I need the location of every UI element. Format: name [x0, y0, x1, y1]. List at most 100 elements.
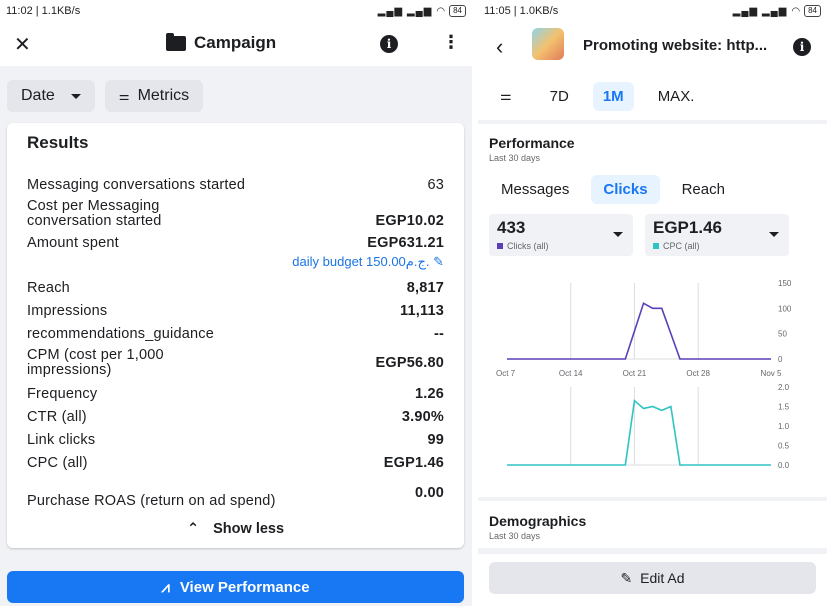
x-tick-label: Oct 28	[686, 369, 710, 378]
caret-down-icon	[613, 232, 623, 237]
result-value: 99	[427, 432, 444, 448]
x-tick-label: Oct 21	[623, 369, 647, 378]
ad-thumbnail	[532, 28, 564, 60]
daily-budget-link[interactable]: daily budget 150.00ج.م. ✎	[27, 254, 444, 270]
date-range-selector: ⚌ 7D 1M MAX.	[478, 72, 827, 120]
edit-ad-label: Edit Ad	[640, 570, 685, 586]
result-value: EGP1.46	[383, 455, 444, 471]
signal-icon: ▂▄▆ ▂▄▆	[377, 5, 433, 17]
cpc-metric-dropdown[interactable]: EGP1.46 CPC (all)	[645, 214, 789, 256]
result-label: Frequency	[27, 386, 98, 402]
status-bar: 11:02 | 1.1KB/s ▂▄▆ ▂▄▆ ◠ 84	[0, 0, 472, 22]
info-icon[interactable]: i	[380, 35, 398, 53]
result-label: Link clicks	[27, 432, 96, 448]
signal-icon: ▂▄▆ ▂▄▆	[732, 5, 788, 17]
section-divider	[478, 497, 827, 501]
y-tick-label: 0	[778, 355, 783, 364]
result-row: recommendations_guidance --	[27, 319, 444, 342]
y-tick-label: 1.5	[778, 403, 790, 412]
info-icon[interactable]: i	[793, 38, 811, 56]
filter-sliders-icon[interactable]: ⚌	[500, 88, 512, 104]
status-icons: ▂▄▆ ▂▄▆ ◠ 84	[733, 5, 821, 17]
demographics-section: Demographics Last 30 days	[489, 513, 586, 541]
result-row: Impressions 11,113	[27, 296, 444, 319]
filter-bar: Date ⚌ Metrics	[0, 66, 472, 124]
status-time: 11:05 | 1.0KB/s	[484, 5, 559, 17]
results-card: Results Messaging conversations started …	[7, 123, 464, 548]
y-tick-label: 150	[778, 279, 792, 288]
metric-selectors: 433 Clicks (all) EGP1.46 CPC (all)	[489, 214, 816, 256]
ad-performance-screen: 11:05 | 1.0KB/s ▂▄▆ ▂▄▆ ◠ 84 ‹ Promoting…	[478, 0, 827, 606]
y-tick-label: 100	[778, 304, 792, 313]
y-tick-label: 2.0	[778, 383, 790, 392]
result-value: EGP56.80	[375, 355, 444, 371]
x-tick-label: Nov 5	[761, 369, 782, 378]
y-tick-label: 0.5	[778, 442, 790, 451]
result-label: Reach	[27, 280, 70, 296]
y-tick-label: 1.0	[778, 422, 790, 431]
range-7d[interactable]: 7D	[540, 82, 579, 111]
result-label: CTR (all)	[27, 409, 87, 425]
result-value: 11,113	[400, 303, 444, 319]
folder-icon	[166, 32, 186, 51]
battery-icon: 84	[804, 5, 821, 17]
header: ✕ Campaign i ⋮	[0, 22, 472, 66]
show-less-label: Show less	[213, 521, 285, 537]
result-value: 0.00	[414, 485, 444, 501]
results-title: Results	[27, 133, 89, 152]
result-value: EGP10.02	[375, 213, 444, 229]
back-icon[interactable]: ‹	[496, 34, 503, 60]
demographics-title: Demographics	[489, 513, 587, 529]
result-label: Cost per Messaging conversation started	[27, 198, 162, 229]
daily-budget-text: daily budget 150.00ج.م.	[292, 254, 430, 269]
result-value: EGP631.21	[367, 235, 444, 251]
demographics-subtitle: Last 30 days	[489, 531, 541, 541]
page-title-text: Campaign	[194, 33, 277, 52]
result-row: CPM (cost per 1,000 impressions) EGP56.8…	[27, 342, 444, 378]
metrics-filter-button[interactable]: ⚌ Metrics	[104, 80, 204, 112]
view-performance-button[interactable]: ⩘ View Performance	[7, 571, 464, 603]
chevron-up-icon: ⌃	[186, 521, 200, 537]
close-icon[interactable]: ✕	[14, 32, 31, 57]
metric-value: EGP1.46	[653, 218, 722, 237]
sliders-icon: ⚌	[118, 89, 130, 103]
performance-title: Performance	[489, 135, 575, 151]
date-filter-button[interactable]: Date	[7, 80, 95, 112]
result-label: CPM (cost per 1,000 impressions)	[27, 347, 164, 378]
wifi-icon: ◠	[791, 5, 801, 17]
tab-messages[interactable]: Messages	[489, 175, 581, 204]
pencil-icon: ✎	[620, 569, 633, 586]
tab-reach[interactable]: Reach	[670, 175, 737, 204]
x-tick-label: Oct 14	[559, 369, 583, 378]
show-less-button[interactable]: ⌃ Show less	[27, 521, 444, 537]
caret-down-icon	[769, 232, 779, 237]
result-label: Impressions	[27, 303, 108, 319]
x-tick-label: Oct 7	[496, 369, 516, 378]
metric-tabs: Messages Clicks Reach	[489, 175, 816, 204]
clicks-metric-dropdown[interactable]: 433 Clicks (all)	[489, 214, 633, 256]
legend-swatch	[653, 243, 659, 249]
status-icons: ▂▄▆ ▂▄▆ ◠ 84	[378, 5, 466, 17]
caret-down-icon	[70, 93, 81, 99]
metric-label-text: CPC (all)	[663, 241, 700, 251]
tab-clicks[interactable]: Clicks	[591, 175, 660, 204]
metric-label: Clicks (all)	[497, 241, 625, 251]
metric-value: 433	[497, 218, 526, 237]
date-filter-label: Date	[21, 87, 55, 104]
range-1m[interactable]: 1M	[592, 81, 634, 111]
y-tick-label: 0.0	[778, 461, 790, 470]
result-label: recommendations_guidance	[27, 326, 214, 342]
result-row: CTR (all) 3.90%	[27, 402, 444, 425]
pencil-icon: ✎	[433, 254, 444, 269]
result-row: Messaging conversations started 63	[27, 163, 444, 193]
result-label: Purchase ROAS (return on ad spend)	[27, 493, 276, 509]
range-max[interactable]: MAX.	[648, 82, 705, 111]
result-row: CPC (all) EGP1.46	[27, 448, 444, 471]
more-options-icon[interactable]: ⋮	[442, 32, 460, 53]
result-row: Purchase ROAS (return on ad spend) 0.00	[27, 471, 444, 509]
result-row: Cost per Messaging conversation started …	[27, 199, 444, 229]
status-bar: 11:05 | 1.0KB/s ▂▄▆ ▂▄▆ ◠ 84	[478, 0, 827, 22]
section-divider	[478, 548, 827, 554]
status-time: 11:02 | 1.1KB/s	[6, 5, 81, 17]
edit-ad-button[interactable]: ✎ Edit Ad	[489, 562, 816, 594]
